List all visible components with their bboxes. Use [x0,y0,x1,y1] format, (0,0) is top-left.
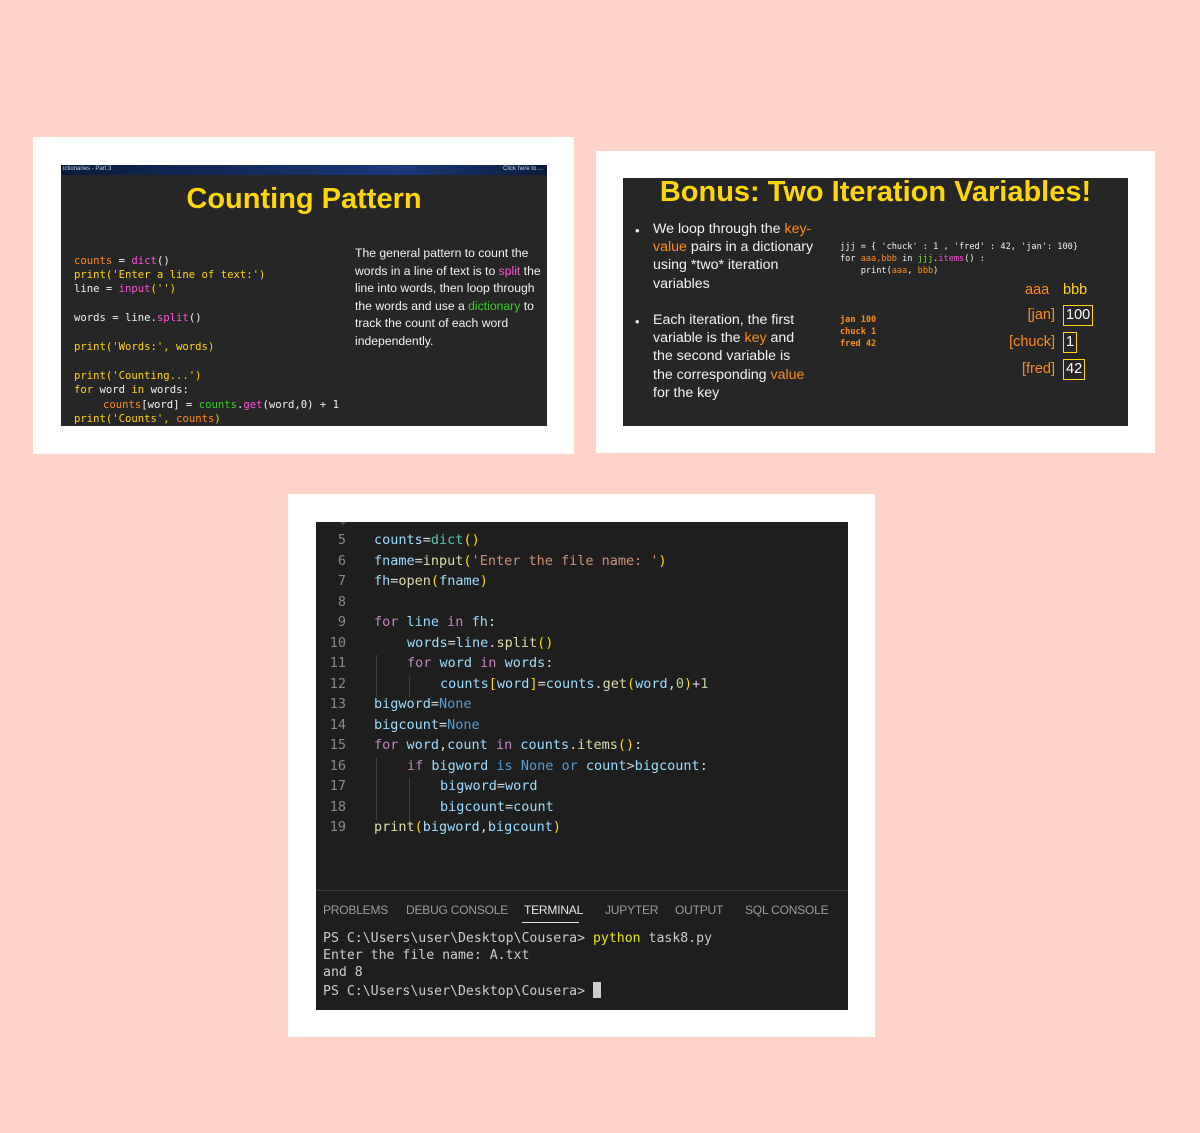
terminal-prompt[interactable]: PS C:\Users\user\Desktop\Cousera> [323,982,601,999]
indent-guide [409,676,410,697]
slide-description: The general pattern to count the words i… [355,246,541,348]
line-number: 17 [329,778,346,794]
terminal-line: Enter the file name: A.txt [323,948,530,963]
output-line: chuck 1 [840,327,877,337]
dict-value: 42 [1063,359,1086,380]
vscode-screenshot-card: + 5 6 7 8 9 10 11 12 13 14 15 16 17 18 1… [288,494,875,1037]
tab-problems[interactable]: PROBLEMS [323,903,388,917]
dict-key: [jan] [1027,307,1055,323]
bullet-text: Each iteration, the first variable is th… [653,312,805,401]
code-line[interactable]: bigword=word [440,778,538,794]
line-number: 9 [337,614,346,630]
line-number: 15 [329,737,346,753]
line-number: 12 [329,676,346,692]
code-line: print('Counts', counts) [74,413,221,425]
dict-value: 100 [1063,305,1094,326]
terminal-line: and 8 [323,965,363,980]
line-number: 8 [337,594,346,610]
terminal-cursor [592,982,601,998]
code-line[interactable]: print(bigword,bigcount) [374,819,561,835]
code-line[interactable]: for word in words: [407,655,553,671]
indent-guide [409,778,410,820]
line-number: 19 [329,819,346,835]
code-line[interactable]: if bigword is None or count>bigcount: [407,758,708,774]
code-editor[interactable]: + 5 6 7 8 9 10 11 12 13 14 15 16 17 18 1… [316,522,848,1010]
output-line: jan 100 [840,315,877,325]
line-number: 16 [329,758,346,774]
code-line: for aaa,bbb in jjj.items() : [840,254,985,264]
output-line: fred 42 [840,339,877,349]
slide-counting-pattern: ictionaries - Part 3 Click here to ... C… [61,165,547,426]
bullet-icon: • [635,223,640,238]
code-line: print('Counting...') [74,370,202,382]
indent-guide [376,655,377,697]
fold-indicator: + [340,522,347,529]
line-number: 10 [329,635,346,651]
bullet-icon: • [635,314,640,329]
line-number: 5 [337,532,346,548]
bullet-text: We loop through the key-value pairs in a… [653,221,814,292]
header-left-text: ictionaries - Part 3 [63,166,112,172]
video-header-bar: ictionaries - Part 3 Click here to ... [61,165,547,175]
slide-two-iteration-variables-card: Bonus: Two Iteration Variables! • We loo… [596,151,1155,453]
line-number: 18 [329,799,346,815]
code-line: for word in words: [74,384,189,396]
code-line[interactable]: for word,count in counts.items(): [374,737,642,753]
terminal-line: PS C:\Users\user\Desktop\Cousera> python… [323,931,713,946]
tab-jupyter[interactable]: JUPYTER [605,903,658,917]
tab-output[interactable]: OUTPUT [675,903,723,917]
code-line[interactable]: bigword=None [374,696,472,712]
dict-key: [fred] [1021,361,1055,377]
line-number: 6 [337,553,346,569]
line-number: 14 [329,717,346,733]
tab-terminal[interactable]: TERMINAL [524,903,583,917]
column-header-aaa: aaa [1025,282,1050,298]
code-line[interactable]: bigcount=count [440,799,554,815]
code-line: print('Enter a line of text:') [74,269,266,281]
code-line[interactable]: bigcount=None [374,717,480,733]
tab-sql-console[interactable]: SQL CONSOLE [745,903,829,917]
code-line[interactable]: for line in fh: [374,614,496,630]
slide-title: Bonus: Two Iteration Variables! [659,178,1092,208]
code-line: line = input('') [74,283,177,295]
line-number: 7 [337,573,346,589]
code-line[interactable]: counts=dict() [374,532,480,548]
line-number: 11 [329,655,346,671]
code-line[interactable]: words=line.split() [407,635,553,651]
indent-guide [376,758,377,820]
code-line[interactable]: counts[word]=counts.get(word,0)+1 [440,676,708,692]
code-line: words = line.split() [74,312,202,324]
line-number: 13 [329,696,346,712]
code-line: counts[word] = counts.get(word,0) + 1 [103,399,340,411]
code-line: jjj = { 'chuck' : 1 , 'fred' : 42, 'jan'… [840,242,1078,252]
dict-value: 1 [1063,332,1078,353]
tab-debug-console[interactable]: DEBUG CONSOLE [406,903,508,917]
dict-key: [chuck] [1009,334,1055,350]
code-line: print(aaa, bbb) [840,266,939,276]
header-right-text: Click here to ... [502,166,543,172]
slide-title: Counting Pattern [186,183,422,215]
slide-counting-pattern-card: ictionaries - Part 3 Click here to ... C… [33,137,574,454]
code-line: counts = dict() [74,255,170,267]
slide-two-iteration-variables: Bonus: Two Iteration Variables! • We loo… [623,178,1128,426]
code-line[interactable]: fh=open(fname) [374,573,488,589]
code-line[interactable]: fname=input('Enter the file name: ') [374,553,667,569]
code-line: print('Words:', words) [74,341,215,353]
panel-divider [316,890,848,891]
active-tab-indicator [522,922,579,923]
column-header-bbb: bbb [1063,282,1088,298]
